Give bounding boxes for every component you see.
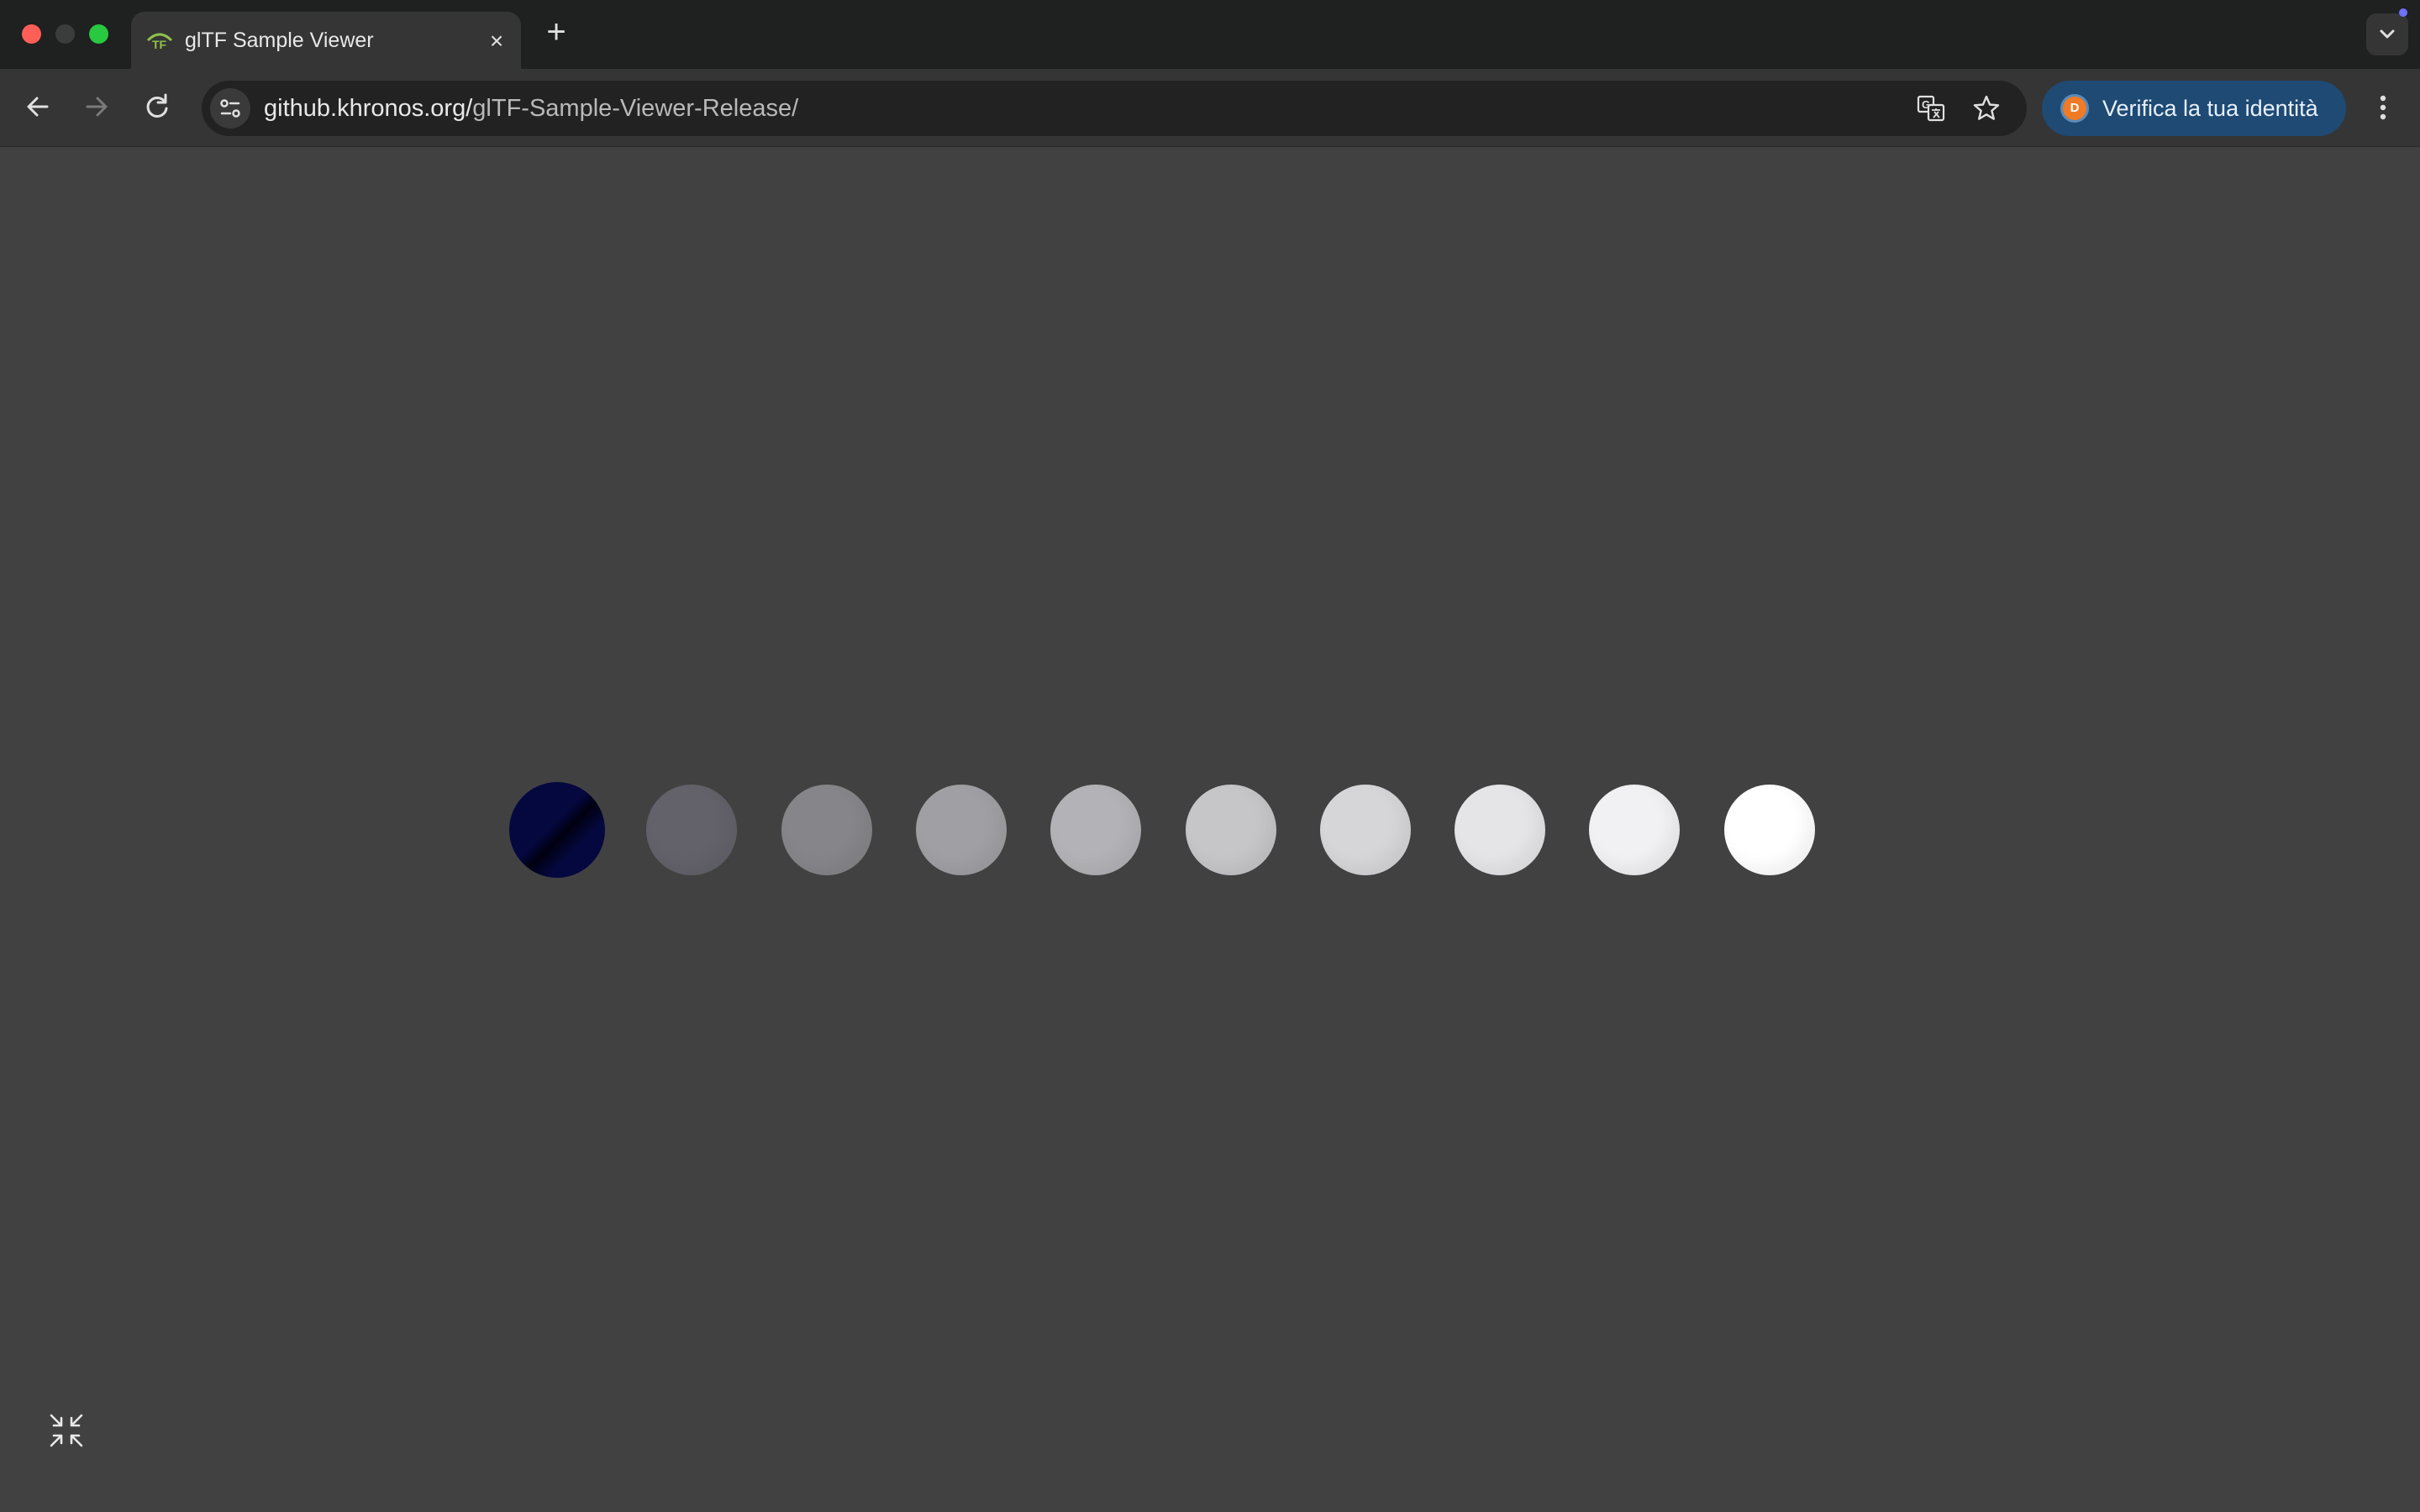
bookmark-star-icon[interactable] — [1971, 93, 2002, 123]
forward-arrow-icon[interactable] — [76, 86, 118, 128]
tab-search-button[interactable] — [2366, 13, 2408, 55]
gltf-viewer-canvas[interactable] — [0, 147, 2420, 1512]
url-host: github.khronos.org/ — [264, 95, 473, 122]
url-path: glTF-Sample-Viewer-Release/ — [472, 95, 799, 122]
fullscreen-window-button[interactable] — [89, 24, 108, 44]
sphere-9 — [1589, 785, 1681, 875]
sphere-8 — [1455, 785, 1546, 875]
new-tab-button[interactable]: + — [541, 15, 571, 49]
close-tab-icon[interactable]: × — [487, 29, 506, 53]
tune-icon — [220, 99, 240, 118]
tab-title: glTF Sample Viewer — [185, 29, 374, 52]
profile-label: Verifica la tua identità — [2102, 96, 2318, 121]
chevron-down-icon — [2380, 29, 2395, 39]
back-arrow-icon[interactable] — [17, 86, 59, 128]
tab-gltf-sample-viewer[interactable]: TF glTF Sample Viewer × — [131, 12, 521, 69]
sphere-1 — [509, 782, 605, 878]
translate-icon[interactable]: G — [1916, 93, 1946, 123]
site-info-button[interactable] — [210, 88, 250, 129]
reload-icon[interactable] — [136, 86, 178, 128]
avatar: D — [2060, 94, 2089, 123]
close-window-button[interactable] — [22, 24, 41, 44]
sphere-5 — [1050, 785, 1142, 875]
sphere-10 — [1723, 785, 1815, 875]
tab-strip: TF glTF Sample Viewer × + — [0, 0, 2420, 69]
sphere-7 — [1319, 785, 1411, 875]
browser-toolbar: github.khronos.org/glTF-Sample-Viewer-Re… — [0, 69, 2420, 147]
url-text[interactable]: github.khronos.org/glTF-Sample-Viewer-Re… — [264, 81, 798, 136]
profile-button[interactable]: D Verifica la tua identità — [2042, 81, 2346, 136]
gltf-logo-icon: TF — [146, 33, 173, 50]
sphere-6 — [1185, 785, 1276, 875]
collapse-arrows-icon[interactable] — [47, 1411, 86, 1450]
sphere-3 — [781, 785, 872, 875]
notification-dot — [2399, 8, 2407, 17]
kebab-menu-icon[interactable] — [2365, 87, 2402, 128]
avatar-initial: D — [2070, 101, 2080, 115]
address-bar[interactable]: github.khronos.org/glTF-Sample-Viewer-Re… — [202, 81, 2027, 136]
svg-text:TF: TF — [152, 38, 167, 50]
sphere-4 — [915, 785, 1007, 875]
sphere-2 — [646, 785, 738, 875]
minimize-window-button[interactable] — [55, 24, 75, 44]
